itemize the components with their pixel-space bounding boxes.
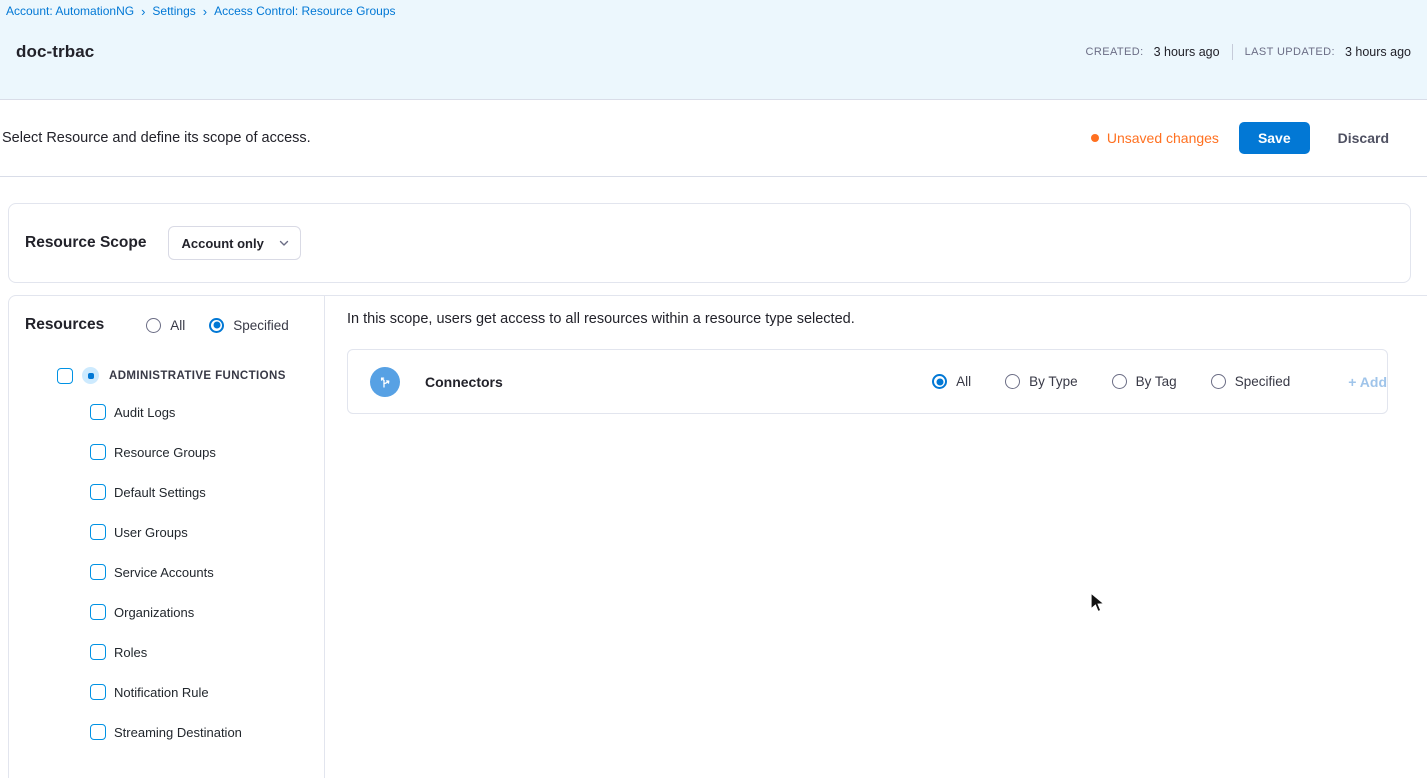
resource-scope-card: Resource Scope Account only [8,203,1411,283]
item-label: Streaming Destination [114,725,242,740]
resources-heading: Resources [25,316,104,334]
group-label: ADMINISTRATIVE FUNCTIONS [109,370,286,382]
resource-scope-dropdown-value: Account only [181,236,263,251]
unsaved-changes-status: Unsaved changes [1091,130,1219,146]
radio-label: All [170,318,185,333]
breadcrumb: Account: AutomationNG › Settings › Acces… [0,0,1427,18]
tree-item-roles: Roles [9,632,324,672]
resource-scope-heading: Resource Scope [25,234,146,252]
radio-label: All [956,374,971,389]
tree-item-resource-groups: Resource Groups [9,432,324,472]
tree-item-user-groups: User Groups [9,512,324,552]
tree-item-streaming-destination: Streaming Destination [9,712,324,752]
resources-radio-all[interactable]: All [146,318,185,333]
item-label: Resource Groups [114,445,216,460]
item-label: Default Settings [114,485,206,500]
page-header: Account: AutomationNG › Settings › Acces… [0,0,1427,100]
radio-label: By Type [1029,374,1078,389]
tree-item-organizations: Organizations [9,592,324,632]
radio-label: Specified [1235,374,1291,389]
breadcrumb-resource-groups-link[interactable]: Access Control: Resource Groups [214,4,395,18]
created-label: CREATED: [1086,46,1144,58]
resources-tree: Resources All Specified ADMINISTRATIVE F… [9,296,325,778]
radio-icon [1112,374,1127,389]
resource-scope-dropdown[interactable]: Account only [168,226,300,260]
breadcrumb-account-link[interactable]: Account: AutomationNG [6,4,134,18]
add-button[interactable]: + Add [1348,374,1387,390]
item-checkbox[interactable] [90,524,106,540]
connectors-radio-specified[interactable]: Specified [1211,374,1291,389]
tree-item-service-accounts: Service Accounts [9,552,324,592]
resources-panel: Resources All Specified ADMINISTRATIVE F… [8,295,1427,778]
item-checkbox[interactable] [90,564,106,580]
item-checkbox[interactable] [90,604,106,620]
tree-item-audit-logs: Audit Logs [9,392,324,432]
last-updated-value: 3 hours ago [1345,45,1411,59]
item-label: Audit Logs [114,405,175,420]
connectors-radio-all[interactable]: All [932,374,971,389]
radio-selected-icon [209,318,224,333]
radio-icon [1211,374,1226,389]
item-checkbox[interactable] [90,644,106,660]
tree-item-default-settings: Default Settings [9,472,324,512]
discard-button[interactable]: Discard [1328,122,1399,154]
header-meta: CREATED: 3 hours ago LAST UPDATED: 3 hou… [1086,44,1411,60]
connectors-resource-row: Connectors All By Type By Tag Specified [347,349,1388,414]
item-checkbox[interactable] [90,404,106,420]
item-label: Service Accounts [114,565,214,580]
scope-content: In this scope, users get access to all r… [325,296,1427,778]
item-label: Roles [114,645,147,660]
last-updated-label: LAST UPDATED: [1245,46,1335,58]
breadcrumb-settings-link[interactable]: Settings [152,4,195,18]
item-label: Organizations [114,605,194,620]
scope-description: In this scope, users get access to all r… [347,311,1388,327]
group-checkbox[interactable] [57,368,73,384]
radio-label: Specified [233,318,289,333]
unsaved-changes-label: Unsaved changes [1107,130,1219,146]
radio-label: By Tag [1136,374,1177,389]
item-label: Notification Rule [114,685,209,700]
chevron-right-icon: › [203,4,207,18]
connectors-radio-by-tag[interactable]: By Tag [1112,374,1177,389]
toolbar: Select Resource and define its scope of … [0,100,1427,177]
item-label: User Groups [114,525,188,540]
radio-icon [1005,374,1020,389]
save-button[interactable]: Save [1239,122,1310,154]
created-value: 3 hours ago [1154,45,1220,59]
chevron-right-icon: › [141,4,145,18]
tree-group-administrative-functions: ADMINISTRATIVE FUNCTIONS [57,367,324,384]
tree-item-notification-rule: Notification Rule [9,672,324,712]
unsaved-dot-icon [1091,134,1099,142]
meta-divider [1232,44,1233,60]
radio-selected-icon [932,374,947,389]
chevron-down-icon [278,237,290,249]
item-checkbox[interactable] [90,484,106,500]
connectors-icon [370,367,400,397]
group-scope-badge-icon [82,367,99,384]
radio-icon [146,318,161,333]
item-checkbox[interactable] [90,724,106,740]
resources-radio-specified[interactable]: Specified [209,318,289,333]
toolbar-description: Select Resource and define its scope of … [2,130,311,146]
item-checkbox[interactable] [90,444,106,460]
connectors-radio-by-type[interactable]: By Type [1005,374,1078,389]
page-title: doc-trbac [16,42,94,62]
item-checkbox[interactable] [90,684,106,700]
resource-name: Connectors [425,374,503,390]
